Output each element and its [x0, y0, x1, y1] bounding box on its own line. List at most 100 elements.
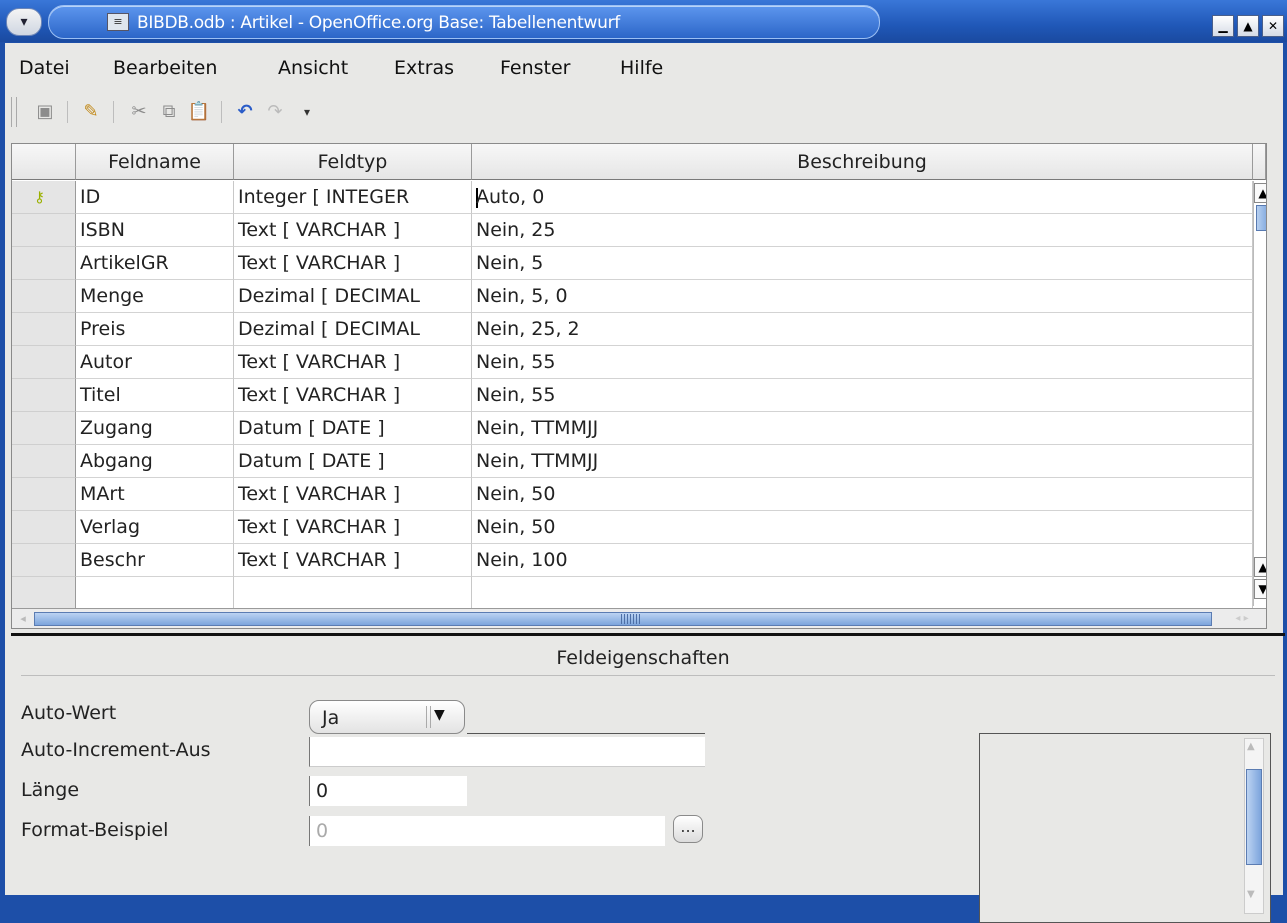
field-name-cell[interactable]: Zugang: [76, 412, 234, 445]
field-description-cell[interactable]: Nein, 100: [472, 544, 1253, 577]
row-header[interactable]: [12, 478, 76, 511]
scroll-down-icon[interactable]: ▼: [1247, 889, 1255, 900]
auto-wert-dropdown[interactable]: Ja ▼: [309, 700, 465, 734]
laenge-input[interactable]: 0: [309, 776, 467, 806]
row-header[interactable]: [12, 544, 76, 577]
field-description-cell[interactable]: [472, 577, 1253, 610]
field-name-cell[interactable]: Menge: [76, 280, 234, 313]
close-button[interactable]: ✕: [1262, 15, 1284, 37]
copy-icon[interactable]: ⧉: [157, 100, 181, 124]
scroll-up-icon[interactable]: ▲: [1254, 557, 1266, 577]
menu-bearbeiten[interactable]: Bearbeiten: [113, 57, 217, 79]
table-row[interactable]: ⚷ ID Integer [ INTEGER Auto, 0: [12, 181, 1266, 214]
table-row[interactable]: MArt Text [ VARCHAR ] Nein, 50: [12, 478, 1266, 511]
field-description-cell[interactable]: Nein, 50: [472, 478, 1253, 511]
field-type-cell[interactable]: Text [ VARCHAR ]: [234, 511, 472, 544]
title-bar[interactable]: ▾ ≡ BIBDB.odb : Artikel - OpenOffice.org…: [0, 0, 1287, 42]
table-row[interactable]: Abgang Datum [ DATE ] Nein, TTMMJJ: [12, 445, 1266, 478]
row-header[interactable]: [12, 247, 76, 280]
field-type-cell[interactable]: Integer [ INTEGER: [234, 181, 472, 214]
table-row[interactable]: Autor Text [ VARCHAR ] Nein, 55: [12, 346, 1266, 379]
field-type-cell[interactable]: Text [ VARCHAR ]: [234, 478, 472, 511]
redo-icon[interactable]: ↷: [263, 100, 287, 124]
field-description-cell[interactable]: Nein, TTMMJJ: [472, 445, 1253, 478]
scroll-down-icon[interactable]: ▼: [1254, 579, 1266, 599]
help-scroll-thumb[interactable]: [1246, 769, 1262, 865]
field-name-cell[interactable]: ArtikelGR: [76, 247, 234, 280]
undo-icon[interactable]: ↶: [233, 100, 257, 124]
field-description-cell[interactable]: Auto, 0: [472, 181, 1253, 214]
field-type-cell[interactable]: Text [ VARCHAR ]: [234, 346, 472, 379]
field-type-cell[interactable]: Dezimal [ DECIMAL: [234, 280, 472, 313]
field-type-cell[interactable]: Dezimal [ DECIMAL: [234, 313, 472, 346]
window-menu-button[interactable]: ▾: [6, 8, 42, 36]
table-row[interactable]: ArtikelGR Text [ VARCHAR ] Nein, 5: [12, 247, 1266, 280]
cut-icon[interactable]: ✂: [127, 100, 151, 124]
scroll-thumb[interactable]: [1256, 205, 1266, 231]
field-type-cell[interactable]: [234, 577, 472, 610]
column-header-beschreibung[interactable]: Beschreibung: [472, 144, 1253, 180]
maximize-button[interactable]: ▲: [1237, 15, 1259, 37]
field-description-cell[interactable]: Nein, 50: [472, 511, 1253, 544]
minimize-button[interactable]: ▁: [1212, 15, 1234, 37]
row-header[interactable]: [12, 412, 76, 445]
field-name-cell[interactable]: MArt: [76, 478, 234, 511]
table-row[interactable]: Menge Dezimal [ DECIMAL Nein, 5, 0: [12, 280, 1266, 313]
row-header[interactable]: [12, 379, 76, 412]
field-name-cell[interactable]: Verlag: [76, 511, 234, 544]
toolbar-overflow-icon[interactable]: ▾: [295, 100, 319, 124]
field-type-cell[interactable]: Datum [ DATE ]: [234, 445, 472, 478]
row-header[interactable]: [12, 280, 76, 313]
grid-horizontal-scrollbar[interactable]: ◂ ◂ ▸: [12, 608, 1266, 628]
table-row[interactable]: Titel Text [ VARCHAR ] Nein, 55: [12, 379, 1266, 412]
row-header[interactable]: [12, 511, 76, 544]
table-row[interactable]: Preis Dezimal [ DECIMAL Nein, 25, 2: [12, 313, 1266, 346]
paste-icon[interactable]: 📋: [187, 100, 211, 124]
row-header[interactable]: [12, 214, 76, 247]
table-row[interactable]: [12, 577, 1266, 610]
table-row[interactable]: Zugang Datum [ DATE ] Nein, TTMMJJ: [12, 412, 1266, 445]
dropdown-arrow-icon[interactable]: ▼: [434, 707, 445, 723]
field-name-cell[interactable]: Titel: [76, 379, 234, 412]
grid-vertical-scrollbar[interactable]: ▲ ▲ ▼: [1253, 181, 1266, 606]
pane-splitter[interactable]: [11, 633, 1285, 636]
field-description-cell[interactable]: Nein, 25, 2: [472, 313, 1253, 346]
save-icon[interactable]: ▣: [33, 100, 57, 124]
field-name-cell[interactable]: Beschr: [76, 544, 234, 577]
scroll-left-icon[interactable]: ◂: [14, 611, 32, 627]
field-type-cell[interactable]: Text [ VARCHAR ]: [234, 379, 472, 412]
menu-extras[interactable]: Extras: [394, 57, 454, 79]
table-row[interactable]: Verlag Text [ VARCHAR ] Nein, 50: [12, 511, 1266, 544]
field-name-cell[interactable]: Autor: [76, 346, 234, 379]
toolbar-grip[interactable]: [11, 97, 17, 127]
column-header-feldtyp[interactable]: Feldtyp: [234, 144, 472, 180]
field-description-cell[interactable]: Nein, 5, 0: [472, 280, 1253, 313]
edit-icon[interactable]: ✎: [79, 100, 103, 124]
field-type-cell[interactable]: Text [ VARCHAR ]: [234, 247, 472, 280]
format-button[interactable]: ...: [673, 815, 703, 843]
field-name-cell[interactable]: Preis: [76, 313, 234, 346]
menu-hilfe[interactable]: Hilfe: [620, 57, 663, 79]
field-type-cell[interactable]: Text [ VARCHAR ]: [234, 544, 472, 577]
auto-increment-input[interactable]: [309, 737, 705, 767]
horizontal-scroll-thumb[interactable]: [34, 612, 1212, 626]
field-name-cell[interactable]: ISBN: [76, 214, 234, 247]
help-scrollbar[interactable]: ▲ ▼: [1244, 738, 1264, 914]
field-name-cell[interactable]: [76, 577, 234, 610]
row-header[interactable]: [12, 577, 76, 610]
menu-fenster[interactable]: Fenster: [500, 57, 570, 79]
field-description-cell[interactable]: Nein, 25: [472, 214, 1253, 247]
menu-datei[interactable]: Datei: [19, 57, 70, 79]
field-type-cell[interactable]: Datum [ DATE ]: [234, 412, 472, 445]
row-header[interactable]: [12, 346, 76, 379]
row-header[interactable]: [12, 313, 76, 346]
field-name-cell[interactable]: Abgang: [76, 445, 234, 478]
scroll-up-icon[interactable]: ▲: [1247, 741, 1255, 752]
table-row[interactable]: ISBN Text [ VARCHAR ] Nein, 25: [12, 214, 1266, 247]
column-header-feldname[interactable]: Feldname: [76, 144, 234, 180]
field-description-cell[interactable]: Nein, 55: [472, 346, 1253, 379]
row-header[interactable]: [12, 445, 76, 478]
field-description-cell[interactable]: Nein, TTMMJJ: [472, 412, 1253, 445]
row-header[interactable]: ⚷: [12, 181, 76, 214]
menu-ansicht[interactable]: Ansicht: [278, 57, 348, 79]
